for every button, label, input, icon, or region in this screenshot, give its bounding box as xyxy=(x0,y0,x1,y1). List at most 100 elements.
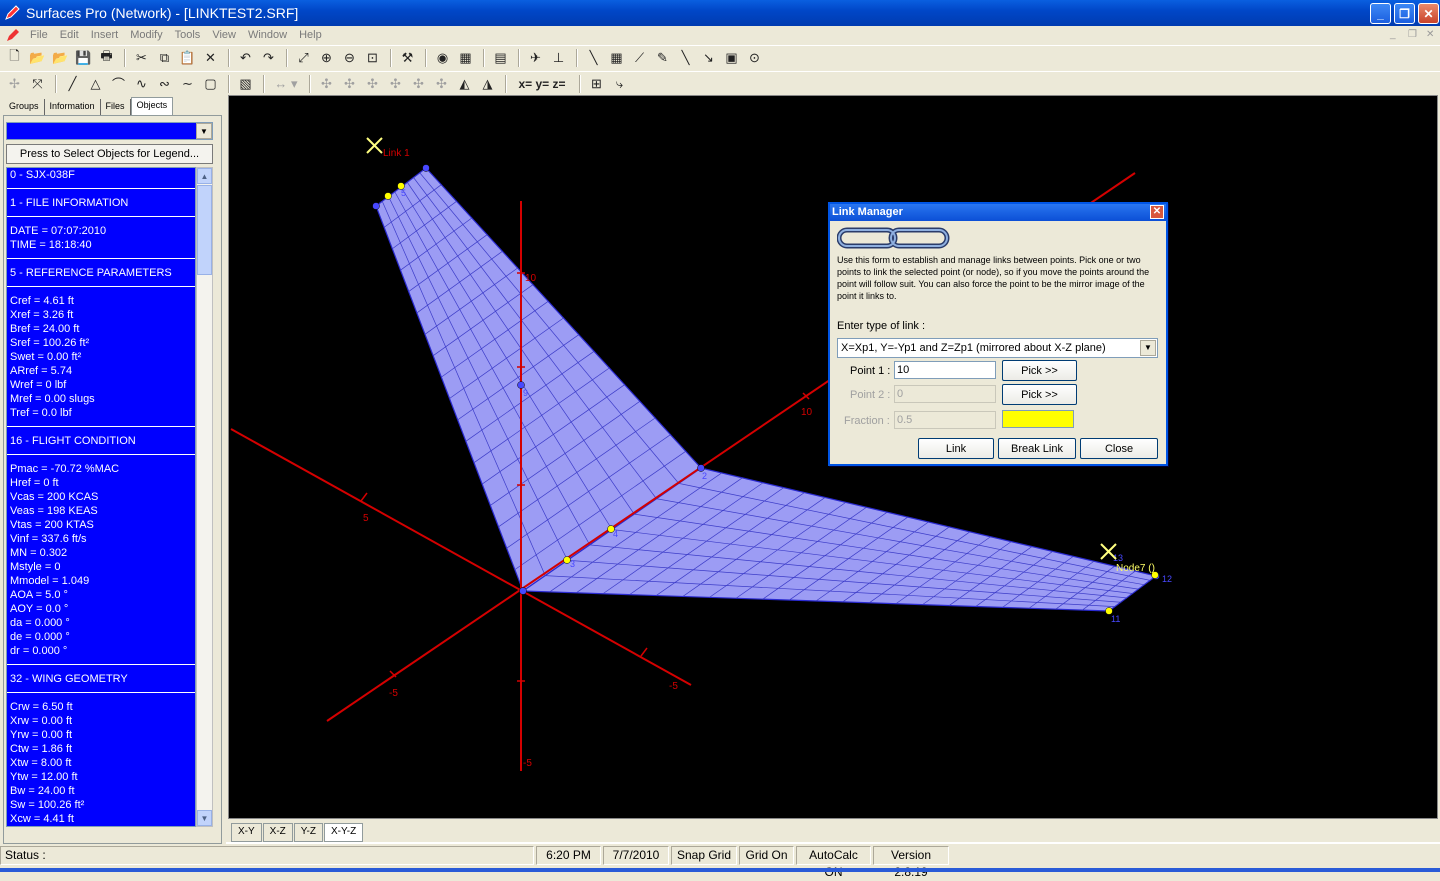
wing-point[interactable] xyxy=(422,164,430,172)
list-item[interactable]: Mmodel = 1.049 xyxy=(7,574,195,588)
copy-icon[interactable]: ⧉ xyxy=(154,48,175,68)
line-tool-icon[interactable]: ╲ xyxy=(583,48,604,68)
menu-help[interactable]: Help xyxy=(293,29,328,41)
list-item[interactable]: Pmac = -70.72 %MAC xyxy=(7,462,195,476)
scroll-thumb[interactable] xyxy=(197,185,212,275)
list-item[interactable]: Vinf = 337.6 ft/s xyxy=(7,532,195,546)
zoom-extents-icon[interactable]: ⤢ xyxy=(293,48,314,68)
list-item[interactable]: 16 - FLIGHT CONDITION xyxy=(7,434,195,448)
list-item[interactable]: TIME = 18:18:40 xyxy=(7,238,195,252)
redo-icon[interactable]: ↷ xyxy=(258,48,279,68)
wing-point[interactable] xyxy=(384,192,392,200)
aircraft-icon[interactable]: ✈ xyxy=(525,48,546,68)
menu-window[interactable]: Window xyxy=(242,29,293,41)
list-item[interactable]: Tref = 0.0 lbf xyxy=(7,406,195,420)
render-icon[interactable]: ◉ xyxy=(432,48,453,68)
draw-box-icon[interactable]: ▢ xyxy=(200,74,221,94)
tab-information[interactable]: Information xyxy=(45,99,101,115)
zoom-in-icon[interactable]: ⊕ xyxy=(316,48,337,68)
list-item[interactable]: Wref = 0 lbf xyxy=(7,378,195,392)
menu-view[interactable]: View xyxy=(206,29,242,41)
status-autocalc[interactable]: AutoCalc ON xyxy=(796,846,871,879)
tab-files[interactable]: Files xyxy=(101,99,131,115)
list-item[interactable]: Yrw = 0.00 ft xyxy=(7,728,195,742)
scroll-up-icon[interactable]: ▲ xyxy=(197,168,212,184)
report-icon[interactable]: ▤ xyxy=(490,48,511,68)
transform4-icon[interactable]: ✣ xyxy=(385,74,406,94)
chevron-down-icon[interactable]: ▼ xyxy=(1140,340,1156,356)
select-legend-button[interactable]: Press to Select Objects for Legend... xyxy=(6,144,213,164)
list-item[interactable]: Sw = 100.26 ft² xyxy=(7,798,195,812)
list-item[interactable]: Veas = 198 KEAS xyxy=(7,504,195,518)
list-item[interactable]: AOA = 5.0 ° xyxy=(7,588,195,602)
tab-objects[interactable]: Objects xyxy=(130,97,174,115)
link-color-swatch[interactable] xyxy=(1002,410,1074,428)
tab-view-xz[interactable]: X-Z xyxy=(262,823,293,842)
wing-point[interactable] xyxy=(372,202,380,210)
list-item[interactable]: Xtw = 8.00 ft xyxy=(7,756,195,770)
paste-icon[interactable]: 📋 xyxy=(177,48,198,68)
list-item[interactable]: dr = 0.000 ° xyxy=(7,644,195,658)
open-recent-icon[interactable]: 📂 xyxy=(50,48,71,68)
list-item[interactable]: Mstyle = 0 xyxy=(7,560,195,574)
list-item[interactable]: 32 - WING GEOMETRY xyxy=(7,672,195,686)
list-item[interactable]: da = 0.000 ° xyxy=(7,616,195,630)
grid-tool-icon[interactable]: ▦ xyxy=(606,48,627,68)
pick-point2-button[interactable]: Pick >> xyxy=(1002,384,1077,405)
close-window-button[interactable]: ✕ xyxy=(1418,3,1439,24)
draw-arc-icon[interactable]: ⌒ xyxy=(108,74,129,94)
pencil-icon[interactable]: ✎ xyxy=(652,48,673,68)
transform3-icon[interactable]: ✣ xyxy=(362,74,383,94)
tab-view-yz[interactable]: Y-Z xyxy=(293,823,323,842)
xyz-coords-icon[interactable]: x= y= z= xyxy=(512,74,572,94)
object-select-dropdown[interactable]: ▼ xyxy=(6,122,213,140)
arrow-draw-icon[interactable]: ↘ xyxy=(698,48,719,68)
delete-icon[interactable]: ✕ xyxy=(200,48,221,68)
list-item[interactable]: 5 - REFERENCE PARAMETERS xyxy=(7,266,195,280)
list-item[interactable]: Swet = 0.00 ft² xyxy=(7,350,195,364)
scale-icon[interactable]: ◭ xyxy=(454,74,475,94)
status-grid[interactable]: Grid On xyxy=(739,846,794,865)
transform5-icon[interactable]: ✣ xyxy=(408,74,429,94)
menu-insert[interactable]: Insert xyxy=(85,29,125,41)
tab-view-xy[interactable]: X-Y xyxy=(231,823,262,842)
menu-file[interactable]: File xyxy=(24,29,54,41)
wing-point[interactable] xyxy=(519,587,527,595)
pick-point1-button[interactable]: Pick >> xyxy=(1002,360,1077,381)
target-icon[interactable]: ⊙ xyxy=(744,48,765,68)
list-item[interactable]: Cref = 4.61 ft xyxy=(7,294,195,308)
list-item[interactable]: Bw = 24.00 ft xyxy=(7,784,195,798)
list-item[interactable]: Ctw = 1.86 ft xyxy=(7,742,195,756)
status-snap[interactable]: Snap Grid xyxy=(671,846,737,865)
list-item[interactable]: Href = 0 ft xyxy=(7,476,195,490)
draw-curve2-icon[interactable]: ∼ xyxy=(177,74,198,94)
list-item[interactable]: de = 0.000 ° xyxy=(7,630,195,644)
fraction-input[interactable]: 0.5 xyxy=(894,411,996,429)
zoom-out-icon[interactable]: ⊖ xyxy=(339,48,360,68)
list-item[interactable]: Mref = 0.00 slugs xyxy=(7,392,195,406)
dialog-close-button[interactable]: Close xyxy=(1080,438,1158,459)
list-item[interactable]: AOY = 0.0 ° xyxy=(7,602,195,616)
list-item[interactable]: Xref = 3.26 ft xyxy=(7,308,195,322)
surface-icon[interactable]: ▧ xyxy=(235,74,256,94)
link-button[interactable]: Link xyxy=(918,438,994,459)
line-draw-icon[interactable]: ╲ xyxy=(675,48,696,68)
transform6-icon[interactable]: ✣ xyxy=(431,74,452,94)
axes-icon[interactable]: ⊥ xyxy=(548,48,569,68)
new-file-icon[interactable]: 🗋 xyxy=(4,48,25,68)
list-item[interactable]: Sref = 100.26 ft² xyxy=(7,336,195,350)
draw-spline-icon[interactable]: ∿ xyxy=(131,74,152,94)
list-item[interactable]: DATE = 07:07:2010 xyxy=(7,224,195,238)
mirror-icon[interactable]: ◮ xyxy=(477,74,498,94)
menu-edit[interactable]: Edit xyxy=(54,29,85,41)
add-point-icon[interactable]: ✢ xyxy=(4,74,25,94)
scroll-down-icon[interactable]: ▼ xyxy=(197,810,212,826)
calculator-icon[interactable]: ▦ xyxy=(455,48,476,68)
list-item[interactable]: Xrw = 0.00 ft xyxy=(7,714,195,728)
break-link-button[interactable]: Break Link xyxy=(998,438,1076,459)
object-listbox[interactable]: 0 - SJX-038F 1 - FILE INFORMATION DATE = 0… xyxy=(6,167,196,827)
list-item[interactable]: Xcw = 4.41 ft xyxy=(7,812,195,826)
mdi-restore-button[interactable]: ❐ xyxy=(1408,29,1417,40)
restore-button[interactable]: ❐ xyxy=(1394,3,1415,24)
move-point-icon[interactable]: ⤧ xyxy=(27,74,48,94)
